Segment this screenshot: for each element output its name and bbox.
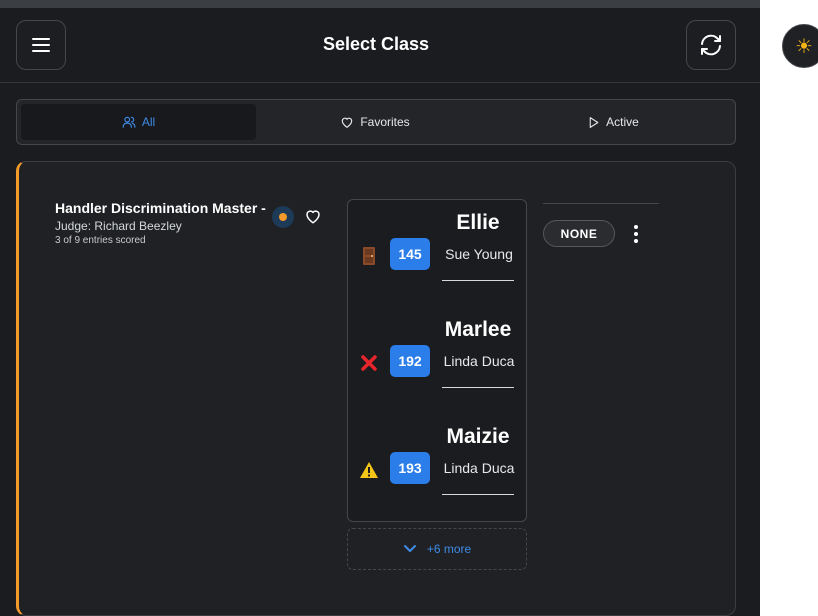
divider bbox=[442, 494, 514, 495]
filter-tabs: All Favorites Active bbox=[16, 99, 736, 145]
tab-active[interactable]: Active bbox=[495, 104, 731, 140]
tab-favorites[interactable]: Favorites bbox=[257, 104, 493, 140]
users-icon bbox=[122, 116, 136, 128]
heart-icon bbox=[342, 117, 353, 128]
entry-item[interactable]: 192 Marlee Linda Duca bbox=[348, 307, 526, 414]
handler-name: Sue Young bbox=[445, 246, 513, 262]
divider bbox=[442, 280, 514, 281]
theme-toggle-button[interactable]: ☀ bbox=[782, 24, 818, 68]
class-status-indicator bbox=[272, 206, 294, 228]
judge-name: Judge: Richard Beezley bbox=[55, 219, 182, 233]
app-window: Select Class All Favorites Active Handle… bbox=[0, 0, 760, 616]
warning-icon bbox=[358, 459, 380, 481]
entries-scored: 3 of 9 entries scored bbox=[55, 235, 146, 246]
status-dot bbox=[279, 213, 287, 221]
divider bbox=[442, 387, 514, 388]
status-badge[interactable]: NONE bbox=[543, 220, 615, 247]
tab-all[interactable]: All bbox=[21, 104, 256, 140]
armband-number: 193 bbox=[390, 452, 430, 484]
tab-active-label: Active bbox=[606, 115, 639, 129]
class-card[interactable]: Handler Discrimination Master - Judge: R… bbox=[16, 161, 736, 616]
handler-name: Linda Duca bbox=[443, 460, 515, 476]
refresh-icon bbox=[701, 34, 721, 56]
armband-number: 192 bbox=[390, 345, 430, 377]
tab-all-label: All bbox=[141, 115, 156, 129]
door-icon bbox=[358, 245, 380, 267]
top-strip bbox=[0, 0, 760, 8]
handler-name: Linda Duca bbox=[443, 353, 515, 369]
entries-list: 145 Ellie Sue Young 192 Marlee Linda Duc… bbox=[347, 199, 527, 522]
page-title: Select Class bbox=[322, 34, 430, 54]
chevron-down-icon bbox=[403, 545, 416, 552]
dog-name: Marlee bbox=[444, 318, 512, 341]
class-name: Handler Discrimination Master - bbox=[55, 200, 266, 216]
armband-number: 145 bbox=[390, 238, 430, 270]
show-more-button[interactable]: +6 more bbox=[347, 528, 527, 570]
entry-item[interactable]: 145 Ellie Sue Young bbox=[348, 200, 526, 307]
divider bbox=[543, 203, 659, 204]
favorite-heart-icon[interactable] bbox=[304, 207, 322, 225]
refresh-button[interactable] bbox=[686, 20, 736, 70]
sun-icon: ☀ bbox=[795, 35, 813, 58]
red-x-icon bbox=[358, 352, 380, 374]
more-options-icon[interactable] bbox=[625, 221, 647, 247]
show-more-label: +6 more bbox=[426, 542, 472, 556]
dog-name: Maizie bbox=[446, 425, 510, 448]
play-icon bbox=[589, 116, 599, 128]
dog-name: Ellie bbox=[456, 211, 500, 234]
header: Select Class bbox=[0, 8, 760, 83]
entry-item[interactable]: 193 Maizie Linda Duca bbox=[348, 414, 526, 521]
tab-favorites-label: Favorites bbox=[360, 115, 410, 129]
